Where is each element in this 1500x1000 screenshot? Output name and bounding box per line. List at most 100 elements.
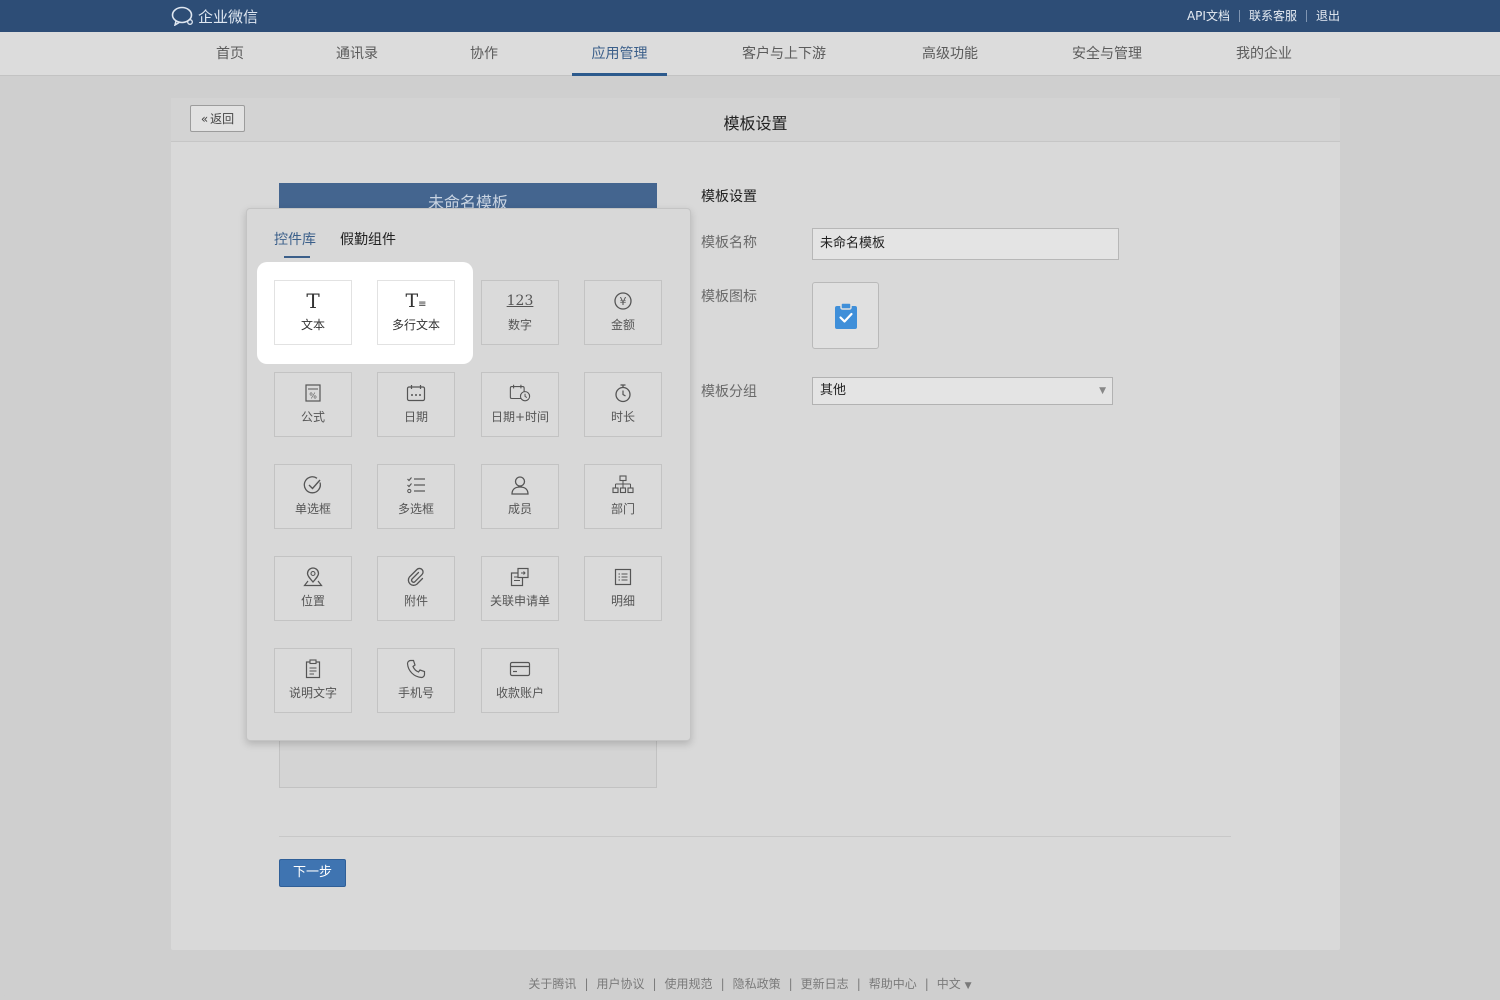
template-icon-label: 模板图标	[701, 289, 757, 305]
component-label: 文本	[300, 318, 325, 332]
footer: 关于腾讯 | 用户协议 | 使用规范 | 隐私政策 | 更新日志 | 帮助中心 | 中文 ▼	[0, 975, 1500, 992]
component-details[interactable]: 明细	[584, 556, 662, 621]
text-icon: T	[306, 289, 320, 313]
footer-separator: |	[788, 977, 793, 991]
card-icon	[509, 658, 531, 680]
template-group-label: 模板分组	[701, 384, 757, 400]
component-date[interactable]: 日期	[377, 372, 455, 437]
component-duration[interactable]: 时长	[584, 372, 662, 437]
top-links: API文档 联系客服 退出	[1187, 7, 1340, 24]
calendar-icon	[405, 382, 427, 404]
component-label: 多行文本	[391, 318, 440, 332]
template-icon-picker[interactable]	[812, 282, 879, 349]
detail-list-icon	[612, 566, 634, 588]
component-member[interactable]: 成员	[481, 464, 559, 529]
component-label: 部门	[610, 502, 635, 516]
api-docs-link[interactable]: API文档	[1187, 7, 1230, 24]
component-phone[interactable]: 手机号	[377, 648, 455, 713]
divider	[1305, 9, 1307, 22]
page: 企业微信 API文档 联系客服 退出 首页 通讯录 协作 应用管理 客户与上下游…	[0, 0, 1500, 1000]
component-linked-form[interactable]: 关联申请单	[481, 556, 559, 621]
component-label: 附件	[403, 594, 428, 608]
nav-item-collaboration[interactable]: 协作	[460, 32, 508, 76]
component-label: 说明文字	[288, 686, 337, 700]
note-icon	[302, 658, 324, 680]
component-label: 成员	[507, 502, 532, 516]
dropdown-caret-icon: ▼	[1099, 386, 1106, 396]
tab-component-library[interactable]: 控件库	[274, 229, 316, 249]
language-select[interactable]: 中文 ▼	[937, 977, 972, 991]
number-icon: 123	[506, 293, 534, 309]
component-label: 收款账户	[495, 686, 544, 700]
component-single-select[interactable]: 单选框	[274, 464, 352, 529]
template-group-select[interactable]: 其他 ▼	[812, 377, 1113, 405]
footer-link-changelog[interactable]: 更新日志	[801, 977, 849, 991]
component-text[interactable]: T 文本	[274, 280, 352, 345]
template-preview-header: 未命名模板	[279, 183, 657, 211]
template-group-value: 其他	[820, 383, 847, 398]
multiline-text-icon: T ≡	[405, 290, 427, 312]
radio-check-icon	[302, 474, 324, 496]
footer-separator: |	[924, 977, 929, 991]
component-multiline-text[interactable]: T ≡ 多行文本	[377, 280, 455, 345]
nav-item-customers[interactable]: 客户与上下游	[731, 32, 837, 76]
template-name-label: 模板名称	[701, 235, 757, 251]
linked-form-icon	[509, 566, 531, 588]
component-label: 单选框	[294, 502, 331, 516]
component-payment-account[interactable]: 收款账户	[481, 648, 559, 713]
component-department[interactable]: 部门	[584, 464, 662, 529]
settings-section-title: 模板设置	[701, 189, 757, 205]
footer-separator: |	[584, 977, 589, 991]
footer-separator: |	[652, 977, 657, 991]
component-datetime[interactable]: 日期+时间	[481, 372, 559, 437]
template-name-input[interactable]: 未命名模板	[812, 228, 1119, 260]
contact-support-link[interactable]: 联系客服	[1249, 7, 1297, 24]
main-nav: 首页 通讯录 协作 应用管理 客户与上下游 高级功能 安全与管理 我的企业	[0, 32, 1500, 76]
nav-item-advanced[interactable]: 高级功能	[910, 32, 990, 76]
component-number[interactable]: 123 数字	[481, 280, 559, 345]
clipboard-check-icon	[834, 301, 857, 329]
active-tab-indicator	[284, 256, 310, 258]
calendar-clock-icon	[509, 382, 531, 404]
component-library-popup: 控件库 假勤组件 T 文本 T ≡ 多行文本 123 数字 ¥ 金额 % 公式 …	[246, 208, 691, 741]
component-label: 关联申请单	[489, 594, 550, 608]
component-label: 日期	[403, 410, 428, 424]
nav-item-my-company[interactable]: 我的企业	[1224, 32, 1304, 76]
component-multi-select[interactable]: 多选框	[377, 464, 455, 529]
paperclip-icon	[405, 566, 427, 588]
top-bar: 企业微信 API文档 联系客服 退出	[0, 0, 1500, 32]
component-formula[interactable]: % 公式	[274, 372, 352, 437]
app-name: 企业微信	[198, 7, 259, 26]
footer-link-privacy[interactable]: 隐私政策	[733, 977, 781, 991]
checklist-icon	[405, 474, 427, 496]
component-label: 多选框	[397, 502, 434, 516]
app-logo[interactable]: 企业微信	[171, 5, 258, 27]
component-location[interactable]: 位置	[274, 556, 352, 621]
nav-item-contacts[interactable]: 通讯录	[327, 32, 387, 76]
nav-item-security[interactable]: 安全与管理	[1063, 32, 1151, 76]
logout-link[interactable]: 退出	[1316, 7, 1340, 24]
nav-item-app-management[interactable]: 应用管理	[572, 32, 667, 76]
component-amount[interactable]: ¥ 金额	[584, 280, 662, 345]
formula-icon: %	[302, 382, 324, 404]
nav-item-home[interactable]: 首页	[202, 32, 258, 76]
divider	[1238, 9, 1240, 22]
component-label: 金额	[610, 318, 635, 332]
divider	[279, 836, 1231, 837]
footer-link-about[interactable]: 关于腾讯	[528, 977, 576, 991]
footer-link-terms[interactable]: 用户协议	[596, 977, 644, 991]
component-label: 手机号	[397, 686, 434, 700]
footer-link-help[interactable]: 帮助中心	[869, 977, 917, 991]
footer-link-usage-rules[interactable]: 使用规范	[665, 977, 713, 991]
component-label: 数字	[507, 318, 532, 332]
svg-text:¥: ¥	[620, 295, 627, 308]
footer-separator: |	[856, 977, 861, 991]
next-step-button[interactable]: 下一步	[279, 859, 346, 887]
tab-leave-components[interactable]: 假勤组件	[340, 229, 396, 249]
footer-separator: |	[720, 977, 725, 991]
currency-icon: ¥	[612, 290, 634, 312]
dropdown-caret-icon: ▼	[964, 981, 972, 991]
component-description-text[interactable]: 说明文字	[274, 648, 352, 713]
component-attachment[interactable]: 附件	[377, 556, 455, 621]
component-label: 明细	[610, 594, 635, 608]
